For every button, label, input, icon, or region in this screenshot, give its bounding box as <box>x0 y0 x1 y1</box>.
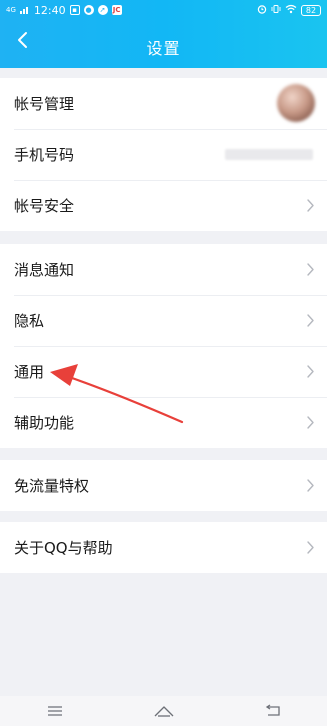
data-free-privilege-row[interactable]: 免流量特权 <box>0 460 327 511</box>
vibrate-icon <box>271 4 281 17</box>
page-title: 设置 <box>146 39 181 58</box>
back-nav-button[interactable] <box>253 699 293 723</box>
alarm-icon <box>257 4 267 17</box>
row-label: 帐号管理 <box>14 95 75 113</box>
chevron-right-icon <box>307 199 314 212</box>
privacy-row[interactable]: 隐私 <box>0 295 327 346</box>
accessibility-row[interactable]: 辅助功能 <box>0 397 327 448</box>
app-badge-icon: JC <box>111 5 122 15</box>
chevron-right-icon <box>307 263 314 276</box>
account-security-row[interactable]: 帐号安全 <box>0 180 327 231</box>
data-free-group: 免流量特权 <box>0 460 327 511</box>
menu-button[interactable] <box>35 699 75 723</box>
row-label: 关于QQ与帮助 <box>14 539 113 557</box>
system-navigation-bar <box>0 696 327 726</box>
status-bar: 4G 12:40 ▪ ● ➚ JC 82 <box>0 0 327 20</box>
row-label: 免流量特权 <box>14 477 90 495</box>
home-button[interactable] <box>144 699 184 723</box>
menu-icon <box>47 706 62 716</box>
status-time: 12:40 <box>33 3 66 17</box>
general-settings-group: 消息通知 隐私 通用 辅助功能 <box>0 244 327 448</box>
account-management-row[interactable]: 帐号管理 <box>0 78 327 129</box>
titlebar: 设置 <box>0 20 327 68</box>
chevron-right-icon <box>307 541 314 554</box>
battery-level: 82 <box>301 4 321 16</box>
general-row[interactable]: 通用 <box>0 346 327 397</box>
masked-phone-number <box>225 149 313 160</box>
message-notification-row[interactable]: 消息通知 <box>0 244 327 295</box>
wifi-icon <box>285 4 297 17</box>
notification-icon: ▪ <box>69 5 80 15</box>
row-label: 辅助功能 <box>14 414 75 432</box>
chevron-right-icon <box>307 314 314 327</box>
row-label: 手机号码 <box>14 146 75 164</box>
about-help-row[interactable]: 关于QQ与帮助 <box>0 522 327 573</box>
sync-notification-icon: ➚ <box>97 5 108 15</box>
chevron-right-icon <box>307 416 314 429</box>
chevron-right-icon <box>307 479 314 492</box>
phone-number-row[interactable]: 手机号码 <box>0 129 327 180</box>
app-notification-icon: ● <box>83 5 94 15</box>
header: 4G 12:40 ▪ ● ➚ JC 82 设置 <box>0 0 327 68</box>
row-label: 通用 <box>14 363 45 381</box>
chevron-right-icon <box>307 365 314 378</box>
row-label: 隐私 <box>14 312 45 330</box>
network-type: 4G <box>6 5 16 14</box>
account-group: 帐号管理 手机号码 帐号安全 <box>0 78 327 231</box>
home-icon <box>154 706 173 717</box>
about-group: 关于QQ与帮助 <box>0 522 327 573</box>
back-icon <box>265 704 280 716</box>
signal-icon <box>19 4 30 17</box>
avatar <box>277 84 315 122</box>
row-label: 消息通知 <box>14 261 75 279</box>
row-label: 帐号安全 <box>14 197 75 215</box>
